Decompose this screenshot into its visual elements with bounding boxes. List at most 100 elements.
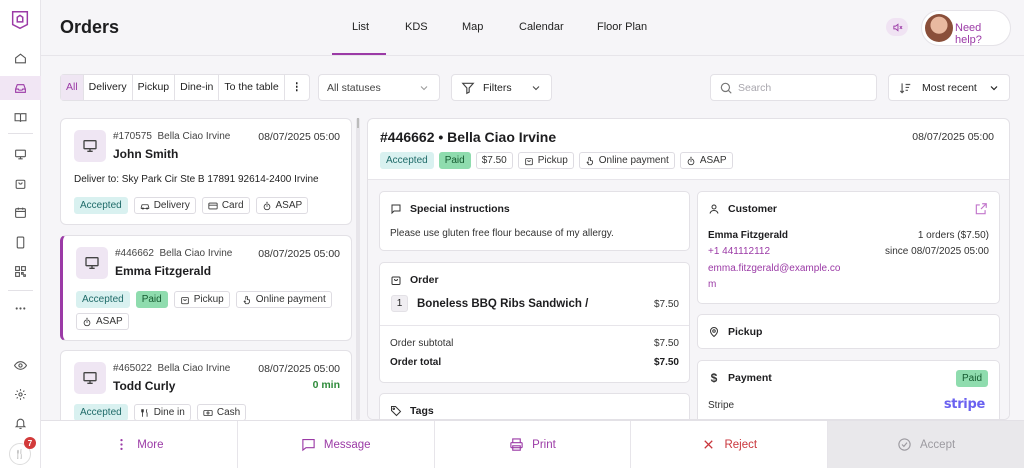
sort-select[interactable]: Most recent xyxy=(888,74,1010,101)
search-icon xyxy=(720,82,732,94)
filter-pickup[interactable]: Pickup xyxy=(133,75,176,100)
panel-resizer[interactable] xyxy=(356,118,360,420)
tab-floor-plan[interactable]: Floor Plan xyxy=(597,21,647,33)
accept-button[interactable]: Accept xyxy=(828,421,1024,468)
qr-code-icon[interactable] xyxy=(8,259,32,283)
hand-tap-icon xyxy=(586,156,593,165)
tags-title: Tags xyxy=(410,405,434,417)
message-label: Message xyxy=(323,438,371,451)
user-icon xyxy=(709,204,719,214)
filter-to-the-table[interactable]: To the table xyxy=(219,75,285,100)
more-filters-kebab-icon[interactable]: ⋮ xyxy=(285,75,309,100)
order-date: 08/07/2025 05:00 xyxy=(258,363,340,375)
fulfillment-chip: Delivery xyxy=(133,197,196,214)
filter-delivery[interactable]: Delivery xyxy=(84,75,133,100)
orders-inbox-icon[interactable] xyxy=(0,76,41,100)
order-date: 08/07/2025 05:00 xyxy=(258,248,340,260)
filters-button[interactable]: Filters xyxy=(451,74,552,101)
status-badge: Accepted xyxy=(74,197,128,214)
customer-email-link-wrap[interactable]: m xyxy=(708,279,716,290)
stopwatch-icon xyxy=(263,201,270,210)
eye-icon[interactable] xyxy=(8,353,32,377)
support-avatar xyxy=(925,14,953,42)
customer-name: John Smith xyxy=(113,147,179,161)
status-badge: Accepted xyxy=(380,152,434,169)
search-input[interactable] xyxy=(738,80,868,96)
chevron-down-icon xyxy=(990,86,998,91)
stopwatch-icon xyxy=(83,317,91,326)
timing-chip: ASAP xyxy=(679,152,733,169)
monitor-icon xyxy=(74,130,106,162)
order-number-location: #446662 Bella Ciao Irvine xyxy=(115,248,233,259)
card-icon xyxy=(208,202,218,209)
check-circle-icon xyxy=(898,438,911,451)
home-icon[interactable] xyxy=(8,46,32,70)
customer-order-count: 1 orders ($7.50) xyxy=(917,230,989,241)
detail-date: 08/07/2025 05:00 xyxy=(912,131,994,143)
customer-email-link[interactable]: emma.fitzgerald@example.co xyxy=(708,263,840,274)
tab-map[interactable]: Map xyxy=(462,21,483,33)
item-quantity: 1 xyxy=(391,295,408,312)
printer-icon xyxy=(510,438,523,451)
menu-book-icon[interactable] xyxy=(8,105,32,129)
cash-icon xyxy=(203,409,213,416)
scrollbar-thumb[interactable] xyxy=(357,118,359,128)
order-card[interactable]: #465022 Bella Ciao Irvine 08/07/2025 05:… xyxy=(60,350,352,420)
sort-select-value: Most recent xyxy=(922,82,977,94)
order-number-location: #465022 Bella Ciao Irvine xyxy=(113,363,231,374)
sidebar-divider xyxy=(8,290,33,291)
subtotal-label: Order subtotal xyxy=(390,338,454,349)
help-button[interactable]: Need help? xyxy=(921,10,1011,46)
tab-calendar[interactable]: Calendar xyxy=(519,21,564,33)
calendar-icon[interactable] xyxy=(8,200,32,224)
car-icon xyxy=(140,203,149,210)
external-link-icon[interactable] xyxy=(974,202,988,216)
tab-list[interactable]: List xyxy=(352,21,369,33)
more-label: More xyxy=(137,438,164,451)
customer-phone-link[interactable]: +1 441112112 xyxy=(708,246,770,257)
monitor-icon[interactable] xyxy=(8,142,32,166)
tab-kds[interactable]: KDS xyxy=(405,21,428,33)
payment-title: Payment xyxy=(728,372,772,384)
print-button[interactable]: Print xyxy=(435,421,632,468)
customer-box: Customer Emma Fitzgerald 1 orders ($7.50… xyxy=(697,191,1000,304)
stopwatch-icon xyxy=(687,156,695,165)
bag-icon xyxy=(391,276,401,285)
brand-logo-icon[interactable] xyxy=(9,9,31,31)
message-icon xyxy=(302,438,315,452)
pickup-title: Pickup xyxy=(728,326,763,338)
customer-title: Customer xyxy=(728,203,778,215)
sound-muted-icon[interactable] xyxy=(886,18,908,36)
shopping-bag-icon[interactable] xyxy=(8,171,32,195)
customer-since: since 08/07/2025 05:00 xyxy=(885,246,989,257)
payment-provider: Stripe xyxy=(708,400,735,411)
order-card[interactable]: #170575 Bella Ciao Irvine 08/07/2025 05:… xyxy=(60,118,352,225)
hand-tap-icon xyxy=(243,295,250,304)
total-label: Order total xyxy=(390,357,442,368)
filter-dine-in[interactable]: Dine-in xyxy=(175,75,220,100)
chevron-down-icon xyxy=(532,86,540,91)
order-card-selected[interactable]: #446662 Bella Ciao Irvine 08/07/2025 05:… xyxy=(60,235,352,341)
paid-badge: Paid xyxy=(438,152,471,169)
item-name[interactable]: Boneless BBQ Ribs Sandwich / xyxy=(417,298,588,310)
reject-button[interactable]: Reject xyxy=(631,421,829,468)
tag-icon xyxy=(391,406,402,417)
order-detail-panel: #446662 • Bella Ciao Irvine 08/07/2025 0… xyxy=(367,118,1010,420)
mobile-icon[interactable] xyxy=(8,230,32,254)
more-horizontal-icon[interactable] xyxy=(8,296,32,320)
bell-icon[interactable] xyxy=(8,411,32,435)
message-button[interactable]: Message xyxy=(238,421,435,468)
detail-title: #446662 • Bella Ciao Irvine xyxy=(380,129,557,145)
status-select[interactable]: All statuses xyxy=(318,74,440,101)
location-pin-icon xyxy=(709,327,719,338)
filter-all[interactable]: All xyxy=(61,75,84,100)
bag-icon xyxy=(525,157,533,165)
item-price: $7.50 xyxy=(653,299,679,310)
customer-name: Emma Fitzgerald xyxy=(708,230,789,241)
gear-icon[interactable] xyxy=(8,382,32,406)
timing-chip: ASAP xyxy=(255,197,309,214)
payment-box: $ Payment Paid Stripe stripe xyxy=(697,360,1000,419)
delivery-address: Deliver to: Sky Park Cir Ste B 17891 926… xyxy=(74,174,319,185)
more-button[interactable]: More xyxy=(41,421,238,468)
funnel-icon xyxy=(461,82,475,95)
